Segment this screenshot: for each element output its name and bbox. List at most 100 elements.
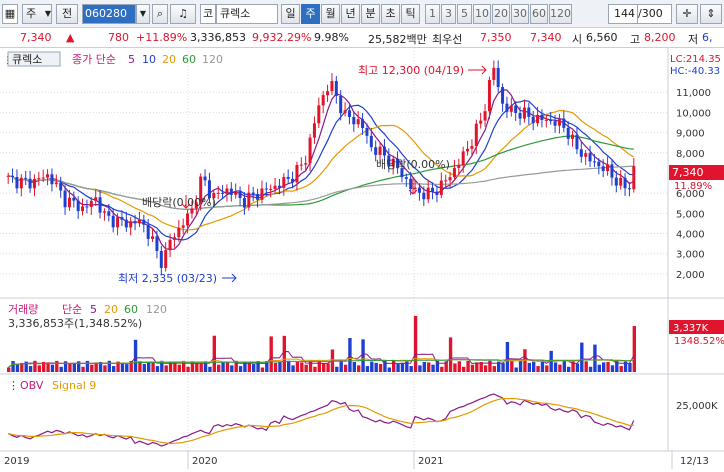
volume-bar — [593, 344, 597, 372]
candle-body — [19, 177, 23, 189]
volume-bar — [392, 361, 396, 372]
candle-body — [466, 148, 470, 152]
volume-bar — [532, 361, 536, 372]
minute-tab-3[interactable]: 3 — [441, 4, 456, 24]
min-price-label: 최저 2,335 (03/23) — [118, 272, 217, 285]
volume-bar — [335, 366, 339, 372]
volume-bar — [85, 360, 90, 372]
minute-tab-20[interactable]: 20 — [492, 4, 510, 24]
candle-body — [518, 112, 522, 119]
volume-bar — [11, 361, 15, 372]
candle-body — [444, 180, 448, 182]
chart-area[interactable]: 11,000 10,000 9,000 8,000 6,000 5,000 4,000 3,0… — [0, 48, 724, 469]
candle-body — [404, 177, 408, 179]
period-tab-0[interactable]: 일 — [281, 4, 300, 24]
volume-panel-title[interactable]: 거래량 — [8, 303, 38, 316]
candle-body — [579, 149, 583, 157]
candle-body — [505, 103, 509, 112]
volume-bar — [81, 366, 85, 372]
minute-tab-10[interactable]: 10 — [473, 4, 491, 24]
code-input[interactable]: 060280 — [82, 4, 136, 24]
candle-body — [168, 239, 172, 251]
ma-20-label: 20 — [162, 53, 176, 66]
open-label: 시 — [572, 33, 583, 46]
candle-body — [474, 123, 478, 146]
volume-bar — [15, 364, 20, 372]
volume-bar — [186, 366, 190, 372]
period-tab-1[interactable]: 주 — [301, 4, 320, 24]
minute-tab-120[interactable]: 120 — [549, 4, 572, 24]
volume-bar — [208, 366, 212, 372]
obv-panel-title-icon[interactable]: ⋮ — [8, 379, 19, 392]
volume-bar — [396, 364, 400, 372]
candle-body — [378, 146, 382, 155]
candle-body — [247, 192, 251, 208]
candle-body — [32, 178, 36, 189]
volume-bar — [413, 316, 418, 372]
candle-body — [6, 175, 10, 177]
minute-tab-30[interactable]: 30 — [511, 4, 529, 24]
crosshair-icon[interactable]: ✛ — [676, 4, 698, 24]
minute-tab-1[interactable]: 1 — [425, 4, 440, 24]
candle-body — [527, 107, 531, 117]
candle-body — [334, 81, 338, 96]
candle-body — [308, 137, 312, 164]
volume-bar — [238, 366, 243, 372]
candle-body — [291, 178, 295, 183]
candle-body — [439, 180, 443, 196]
candle-body — [116, 217, 120, 228]
ex-dividend-label-2: 배당락(0.00%) — [376, 158, 450, 171]
panel-menu-icon[interactable]: ⋮ — [3, 56, 12, 66]
volume-bar — [418, 365, 422, 372]
code-dropdown-icon[interactable]: ▼ — [136, 4, 150, 24]
count-input[interactable]: 144 — [608, 4, 638, 24]
prev-button[interactable]: 전 — [56, 4, 78, 24]
candle-body — [540, 114, 544, 120]
minute-tab-5[interactable]: 5 — [457, 4, 472, 24]
volume-bar — [440, 366, 444, 372]
volume-bar — [518, 361, 523, 372]
volume-bar — [133, 339, 138, 372]
candle-body — [15, 176, 19, 189]
candle-body — [623, 177, 627, 189]
mode-select[interactable]: 주 ▼ — [22, 4, 52, 24]
volume-bar — [300, 362, 304, 372]
period-tab-4[interactable]: 분 — [361, 4, 380, 24]
period-tab-3[interactable]: 년 — [341, 4, 360, 24]
hc-label: HC:-40.33 — [670, 66, 720, 77]
candle-body — [562, 118, 566, 128]
sound-icon[interactable]: ♫ — [170, 4, 196, 24]
period-tab-2[interactable]: 월 — [321, 4, 340, 24]
candle-body — [273, 185, 277, 190]
obv-panel-title[interactable]: OBV — [20, 379, 44, 392]
candle-body — [356, 119, 360, 125]
candle-body — [251, 192, 255, 195]
volume-bar — [505, 341, 510, 372]
candle-body — [41, 177, 45, 179]
volume-bar — [177, 364, 181, 372]
candle-body — [312, 123, 316, 138]
volume-bar — [483, 365, 488, 372]
volume-bar — [322, 363, 326, 372]
chart-layout-icon[interactable]: ▦ — [2, 4, 18, 24]
minute-tab-60[interactable]: 60 — [530, 4, 548, 24]
volume-bar — [295, 361, 300, 372]
volume-bar — [475, 362, 479, 372]
price-tick-label: 11,000 — [676, 88, 711, 99]
candle-body — [347, 110, 351, 117]
candle-body — [98, 197, 102, 213]
volume-bar — [343, 364, 348, 372]
volume-bar — [536, 366, 540, 372]
candle-body — [606, 164, 610, 172]
candle-body — [111, 215, 115, 228]
stock-chart[interactable]: 11,00010,0009,0008,0006,0005,0004,0003,0… — [0, 48, 724, 469]
period-tab-5[interactable]: 초 — [381, 4, 400, 24]
search-icon[interactable]: ⌕ — [152, 4, 168, 24]
volume-bar — [575, 363, 580, 372]
volume-bar — [195, 363, 199, 372]
price-tick-label: 5,000 — [676, 209, 705, 220]
zoom-icon[interactable]: ⇕ — [700, 4, 722, 24]
period-tab-6[interactable]: 틱 — [401, 4, 420, 24]
price-panel-title[interactable]: 큐렉소 — [12, 53, 42, 66]
volume-bar — [287, 360, 291, 372]
